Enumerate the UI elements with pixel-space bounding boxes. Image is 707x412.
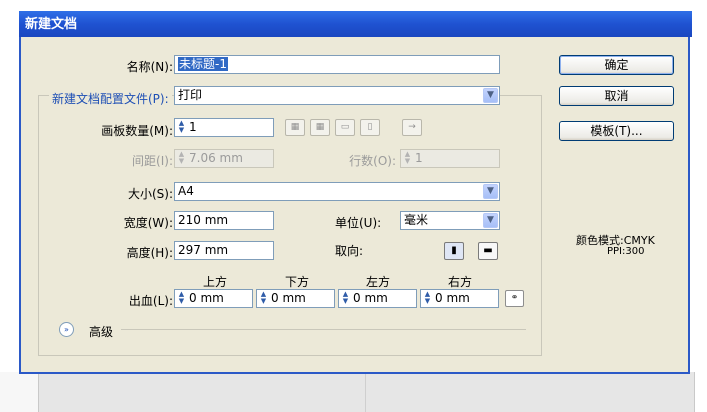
size-label: 大小(S):: [127, 187, 173, 201]
height-input[interactable]: 297 mm: [174, 241, 274, 260]
units-label: 单位(U):: [335, 216, 382, 230]
artboards-label: 画板数量(M):: [101, 124, 173, 138]
landscape-icon[interactable]: ▬: [478, 242, 498, 260]
bleed-left-value: 0 mm: [353, 291, 388, 305]
artboards-input[interactable]: ▲ ▼ 1: [174, 118, 274, 137]
arrange-by-row-icon[interactable]: ▭: [335, 119, 355, 136]
new-document-dialog: 新建文档 名称(N): 未标题-1 确定 取消 模板(T)... 新建文档配置文…: [19, 11, 692, 374]
bleed-bottom-header: 下方: [285, 275, 310, 289]
spinner-icon[interactable]: ▲ ▼: [402, 151, 413, 166]
size-select[interactable]: A4 ▼: [174, 182, 500, 201]
profile-label: 新建文档配置文件(P):: [49, 90, 172, 107]
template-button[interactable]: 模板(T)...: [559, 121, 674, 141]
height-value: 297 mm: [178, 243, 229, 257]
bleed-top-value: 0 mm: [189, 291, 224, 305]
units-select[interactable]: 毫米 ▼: [400, 211, 500, 230]
bleed-top-input[interactable]: ▲ ▼ 0 mm: [174, 289, 253, 308]
ok-button[interactable]: 确定: [559, 55, 674, 75]
profile-value: 打印: [178, 88, 203, 102]
orientation-label: 取向:: [335, 244, 364, 258]
height-label: 高度(H):: [126, 246, 173, 260]
width-label: 宽度(W):: [123, 216, 173, 230]
arrange-by-column-icon[interactable]: ▯: [360, 119, 380, 136]
rows-label: 行数(O):: [349, 154, 396, 168]
name-input[interactable]: 未标题-1: [174, 55, 500, 74]
units-value: 毫米: [404, 213, 429, 227]
profile-select[interactable]: 打印 ▼: [174, 86, 500, 105]
rows-input[interactable]: ▲ ▼ 1: [400, 149, 500, 168]
spinner-icon[interactable]: ▲ ▼: [422, 291, 433, 306]
spinner-icon[interactable]: ▲ ▼: [176, 291, 187, 306]
grid-by-row-icon[interactable]: ▦: [285, 119, 305, 136]
spacing-label: 间距(I):: [132, 154, 173, 168]
name-value: 未标题-1: [178, 57, 228, 71]
spacing-value: 7.06 mm: [189, 151, 243, 165]
size-value: A4: [178, 184, 194, 198]
dialog-title: 新建文档: [19, 11, 692, 37]
advanced-label: 高级: [89, 325, 114, 339]
portrait-icon[interactable]: ▮: [444, 242, 464, 260]
spinner-icon[interactable]: ▲ ▼: [258, 291, 269, 306]
rows-value: 1: [415, 151, 423, 165]
bleed-right-input[interactable]: ▲ ▼ 0 mm: [420, 289, 499, 308]
chevron-down-icon: ▼: [483, 213, 498, 228]
width-value: 210 mm: [178, 213, 229, 227]
grid-by-column-icon[interactable]: ▦: [310, 119, 330, 136]
background-divider: [365, 372, 366, 412]
name-label: 名称(N):: [126, 60, 173, 74]
bleed-bottom-value: 0 mm: [271, 291, 306, 305]
spinner-icon[interactable]: ▲ ▼: [176, 120, 187, 135]
bleed-left-header: 左方: [366, 275, 391, 289]
spinner-icon[interactable]: ▲ ▼: [340, 291, 351, 306]
expand-icon[interactable]: »: [59, 322, 74, 337]
width-input[interactable]: 210 mm: [174, 211, 274, 230]
chevron-down-icon: ▼: [483, 184, 498, 199]
chevron-down-icon: ▼: [483, 88, 498, 103]
right-to-left-icon[interactable]: →: [402, 119, 422, 136]
spacing-input[interactable]: ▲ ▼ 7.06 mm: [174, 149, 274, 168]
bleed-label: 出血(L):: [128, 294, 173, 308]
bleed-left-input[interactable]: ▲ ▼ 0 mm: [338, 289, 417, 308]
cancel-button[interactable]: 取消: [559, 86, 674, 106]
background-panel: [38, 372, 695, 412]
advanced-divider: [121, 329, 526, 330]
bleed-bottom-input[interactable]: ▲ ▼ 0 mm: [256, 289, 335, 308]
background-area: [0, 372, 38, 412]
bleed-top-header: 上方: [203, 275, 228, 289]
ppi-text: PPI:300: [607, 246, 645, 257]
artboards-value: 1: [189, 120, 197, 134]
bleed-right-value: 0 mm: [435, 291, 470, 305]
spinner-icon[interactable]: ▲ ▼: [176, 151, 187, 166]
bleed-right-header: 右方: [448, 275, 473, 289]
link-icon[interactable]: ⚭: [505, 290, 524, 307]
